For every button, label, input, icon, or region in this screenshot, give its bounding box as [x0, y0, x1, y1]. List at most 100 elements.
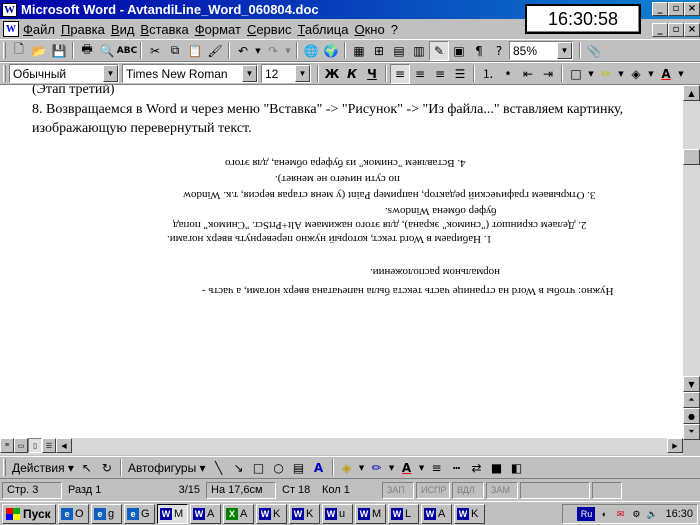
align-center-icon[interactable]: ≡ [410, 64, 430, 84]
next-page-icon[interactable]: ⏷ [683, 424, 700, 440]
normal-view-icon[interactable]: ≡ [0, 438, 14, 453]
taskbar-task-button[interactable]: WK [454, 503, 485, 524]
status-rec[interactable]: ЗАП [382, 481, 414, 499]
font-color-dropdown-icon[interactable]: ▼ [417, 458, 427, 478]
menu-table[interactable]: Таблица [297, 22, 354, 37]
arrow-icon[interactable]: ↘ [229, 458, 249, 478]
menu-file[interactable]: Файл [23, 22, 61, 37]
language-indicator[interactable]: Ru [577, 507, 596, 521]
redo-dropdown-icon[interactable]: ▼ [283, 41, 293, 61]
decrease-indent-icon[interactable]: ⇤ [518, 64, 538, 84]
chevron-down-icon[interactable]: ▼ [295, 65, 310, 82]
bullets-icon[interactable]: • [498, 64, 518, 84]
menu-help[interactable]: ? [391, 22, 404, 37]
chevron-down-icon[interactable]: ▼ [557, 42, 572, 59]
tables-borders-icon[interactable]: ▦ [349, 41, 369, 61]
maximize-button[interactable]: ▫ [668, 2, 684, 16]
help-icon[interactable]: ? [489, 41, 509, 61]
taskbar-task-button[interactable]: WM [355, 503, 386, 524]
drawing-icon[interactable]: ✎ [429, 40, 449, 61]
scroll-right-icon[interactable]: ▶ [667, 438, 683, 453]
line-icon[interactable]: ╲ [209, 458, 229, 478]
text-box-icon[interactable]: ▤ [289, 458, 309, 478]
font-color-icon[interactable]: A [656, 64, 676, 84]
document-icon[interactable]: W [3, 21, 19, 37]
tray-clock[interactable]: 16:30 [665, 508, 693, 520]
hscroll-track[interactable] [72, 438, 667, 455]
status-ext[interactable]: ВДЛ [452, 481, 484, 499]
open-icon[interactable]: 📂 [29, 41, 49, 61]
wordart-icon[interactable]: A [309, 458, 329, 478]
increase-indent-icon[interactable]: ⇥ [538, 64, 558, 84]
status-ovr[interactable]: ЗАМ [486, 481, 518, 499]
line-color-icon[interactable]: ✏ [367, 458, 387, 478]
fill-dropdown-icon[interactable]: ▼ [646, 64, 656, 84]
document-page[interactable]: (Этап третий) 8. Возвращаемся в Word и ч… [0, 85, 683, 438]
cut-icon[interactable]: ✂ [145, 41, 165, 61]
oval-icon[interactable]: ○ [269, 458, 289, 478]
office-assistant-icon[interactable]: 📎 [584, 41, 604, 61]
font-size-select[interactable]: 12 ▼ [261, 64, 311, 83]
menu-window[interactable]: Окно [354, 22, 390, 37]
scroll-down-icon[interactable]: ▼ [683, 376, 700, 392]
dash-style-icon[interactable]: ┅ [447, 458, 467, 478]
rectangle-icon[interactable]: □ [249, 458, 269, 478]
doc-minimize-button[interactable]: _ [652, 23, 668, 37]
menu-view[interactable]: Вид [111, 22, 141, 37]
columns-icon[interactable]: ▥ [409, 41, 429, 61]
print-preview-icon[interactable]: 🔍 [97, 41, 117, 61]
start-button[interactable]: Пуск [2, 503, 56, 524]
style-select[interactable]: Обычный ▼ [9, 64, 119, 83]
word-app-icon[interactable]: W [2, 2, 17, 17]
print-layout-icon[interactable]: ▯ [28, 438, 42, 453]
3d-icon[interactable]: ◧ [507, 458, 527, 478]
scroll-thumb[interactable] [683, 149, 700, 165]
browse-object-icon[interactable]: ● [683, 408, 700, 424]
show-hide-icon[interactable]: ¶ [469, 41, 489, 61]
zoom-select[interactable]: 85% ▼ [509, 41, 573, 60]
close-button[interactable]: × [684, 2, 700, 16]
taskbar-task-button[interactable]: WA [190, 503, 221, 524]
status-trk[interactable]: ИСПР [416, 481, 450, 499]
autoshapes-menu[interactable]: Автофигуры ▾ [125, 461, 209, 475]
borders-dropdown-icon[interactable]: ▼ [586, 64, 596, 84]
horizontal-scrollbar[interactable]: ≡ ▭ ▯ ☰ ◀ ▶ [0, 438, 683, 455]
fill-color-icon[interactable]: ◈ [626, 64, 646, 84]
redo-icon[interactable]: ↷ [263, 41, 283, 61]
underline-button[interactable]: Ч [362, 64, 382, 84]
undo-dropdown-icon[interactable]: ▼ [253, 41, 263, 61]
highlight-icon[interactable]: ✏ [596, 64, 616, 84]
toolbar-grip[interactable] [3, 459, 6, 476]
numbering-icon[interactable]: ⒈ [478, 64, 498, 84]
menu-edit[interactable]: Правка [61, 22, 111, 37]
italic-button[interactable]: К [342, 64, 362, 84]
bold-button[interactable]: Ж [322, 64, 342, 84]
menu-tools[interactable]: Сервис [247, 22, 298, 37]
taskbar-task-button[interactable]: eg [91, 503, 122, 524]
taskbar-task-button[interactable]: WK [256, 503, 287, 524]
taskbar-task-button[interactable]: WM [157, 503, 188, 524]
shadow-icon[interactable]: ■ [487, 458, 507, 478]
align-right-icon[interactable]: ≡ [430, 64, 450, 84]
taskbar-task-button[interactable]: eO [58, 503, 89, 524]
spelling-icon[interactable]: ABC [117, 41, 137, 61]
actions-menu[interactable]: Действия ▾ [9, 461, 77, 475]
document-map-icon[interactable]: ▣ [449, 41, 469, 61]
font-color-icon[interactable]: A [397, 458, 417, 478]
justify-icon[interactable]: ☰ [450, 64, 470, 84]
menu-insert[interactable]: Вставка [140, 22, 194, 37]
toolbar-grip[interactable] [3, 65, 6, 82]
insert-excel-icon[interactable]: ▤ [389, 41, 409, 61]
tray-icon-c[interactable]: ⚙ [629, 507, 643, 521]
taskbar-task-button[interactable]: WA [421, 503, 452, 524]
fill-dropdown-icon[interactable]: ▼ [357, 458, 367, 478]
doc-close-button[interactable]: × [684, 23, 700, 37]
new-document-icon[interactable]: 🗋 [9, 41, 29, 61]
free-rotate-icon[interactable]: ↻ [97, 458, 117, 478]
font-select[interactable]: Times New Roman ▼ [122, 64, 258, 83]
select-objects-icon[interactable]: ↖ [77, 458, 97, 478]
tray-icon-a[interactable]: ◐ [597, 507, 611, 521]
arrow-style-icon[interactable]: ⇄ [467, 458, 487, 478]
outline-view-icon[interactable]: ☰ [42, 438, 56, 453]
doc-restore-button[interactable]: ▫ [668, 23, 684, 37]
